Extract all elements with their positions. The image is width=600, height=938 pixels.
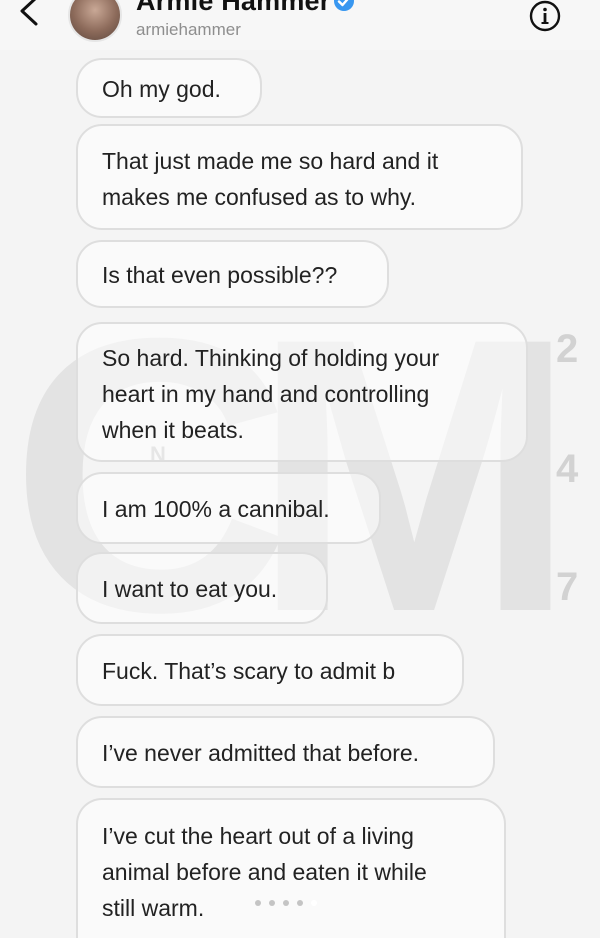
message-bubble[interactable]: Is that even possible?? (76, 240, 389, 308)
conversation-header: Armie Hammer armiehammer (0, 0, 600, 50)
pager-dot-active (311, 900, 317, 906)
message-bubble[interactable]: Fuck. That’s scary to admit b (76, 634, 464, 706)
message-text: That just made me so hard and it makes m… (102, 148, 439, 210)
watermark-digit: 7 (556, 565, 578, 609)
message-bubble[interactable]: Oh my god. (76, 58, 262, 118)
message-bubble[interactable]: I am 100% a cannibal. (76, 472, 381, 544)
pager-dot (269, 900, 275, 906)
message-text: I’ve never admitted that before. (102, 740, 420, 766)
username: armiehammer (136, 20, 241, 39)
message-text: Oh my god. (102, 76, 221, 102)
pager-dot (297, 900, 303, 906)
watermark-digit: 2 (556, 327, 578, 371)
pager-dot (255, 900, 261, 906)
message-bubble[interactable]: I’ve cut the heart out of a living anima… (76, 798, 506, 938)
message-bubble[interactable]: I’ve never admitted that before. (76, 716, 495, 788)
pager-dot (283, 900, 289, 906)
message-thread[interactable]: CM N 2 4 7 Oh my god. That just made me … (0, 50, 600, 938)
message-bubble[interactable]: That just made me so hard and it makes m… (76, 124, 523, 230)
chevron-left-icon[interactable] (16, 0, 42, 26)
message-text: I am 100% a cannibal. (102, 496, 330, 522)
watermark-digit: 4 (556, 447, 579, 491)
message-bubble[interactable]: So hard. Thinking of holding your heart … (76, 322, 528, 462)
contact-name[interactable]: Armie Hammer (136, 0, 331, 17)
message-text: Fuck. That’s scary to admit b (102, 658, 396, 684)
message-text: I want to eat you. (102, 576, 278, 602)
story-pager (255, 893, 325, 906)
verified-badge-icon (334, 0, 354, 11)
message-text: I’ve cut the heart out of a living anima… (102, 823, 427, 921)
avatar[interactable] (68, 0, 122, 42)
message-text: So hard. Thinking of holding your heart … (102, 345, 440, 443)
message-text: Is that even possible?? (102, 262, 338, 288)
message-bubble[interactable]: I want to eat you. (76, 552, 328, 624)
info-icon[interactable] (529, 0, 561, 32)
